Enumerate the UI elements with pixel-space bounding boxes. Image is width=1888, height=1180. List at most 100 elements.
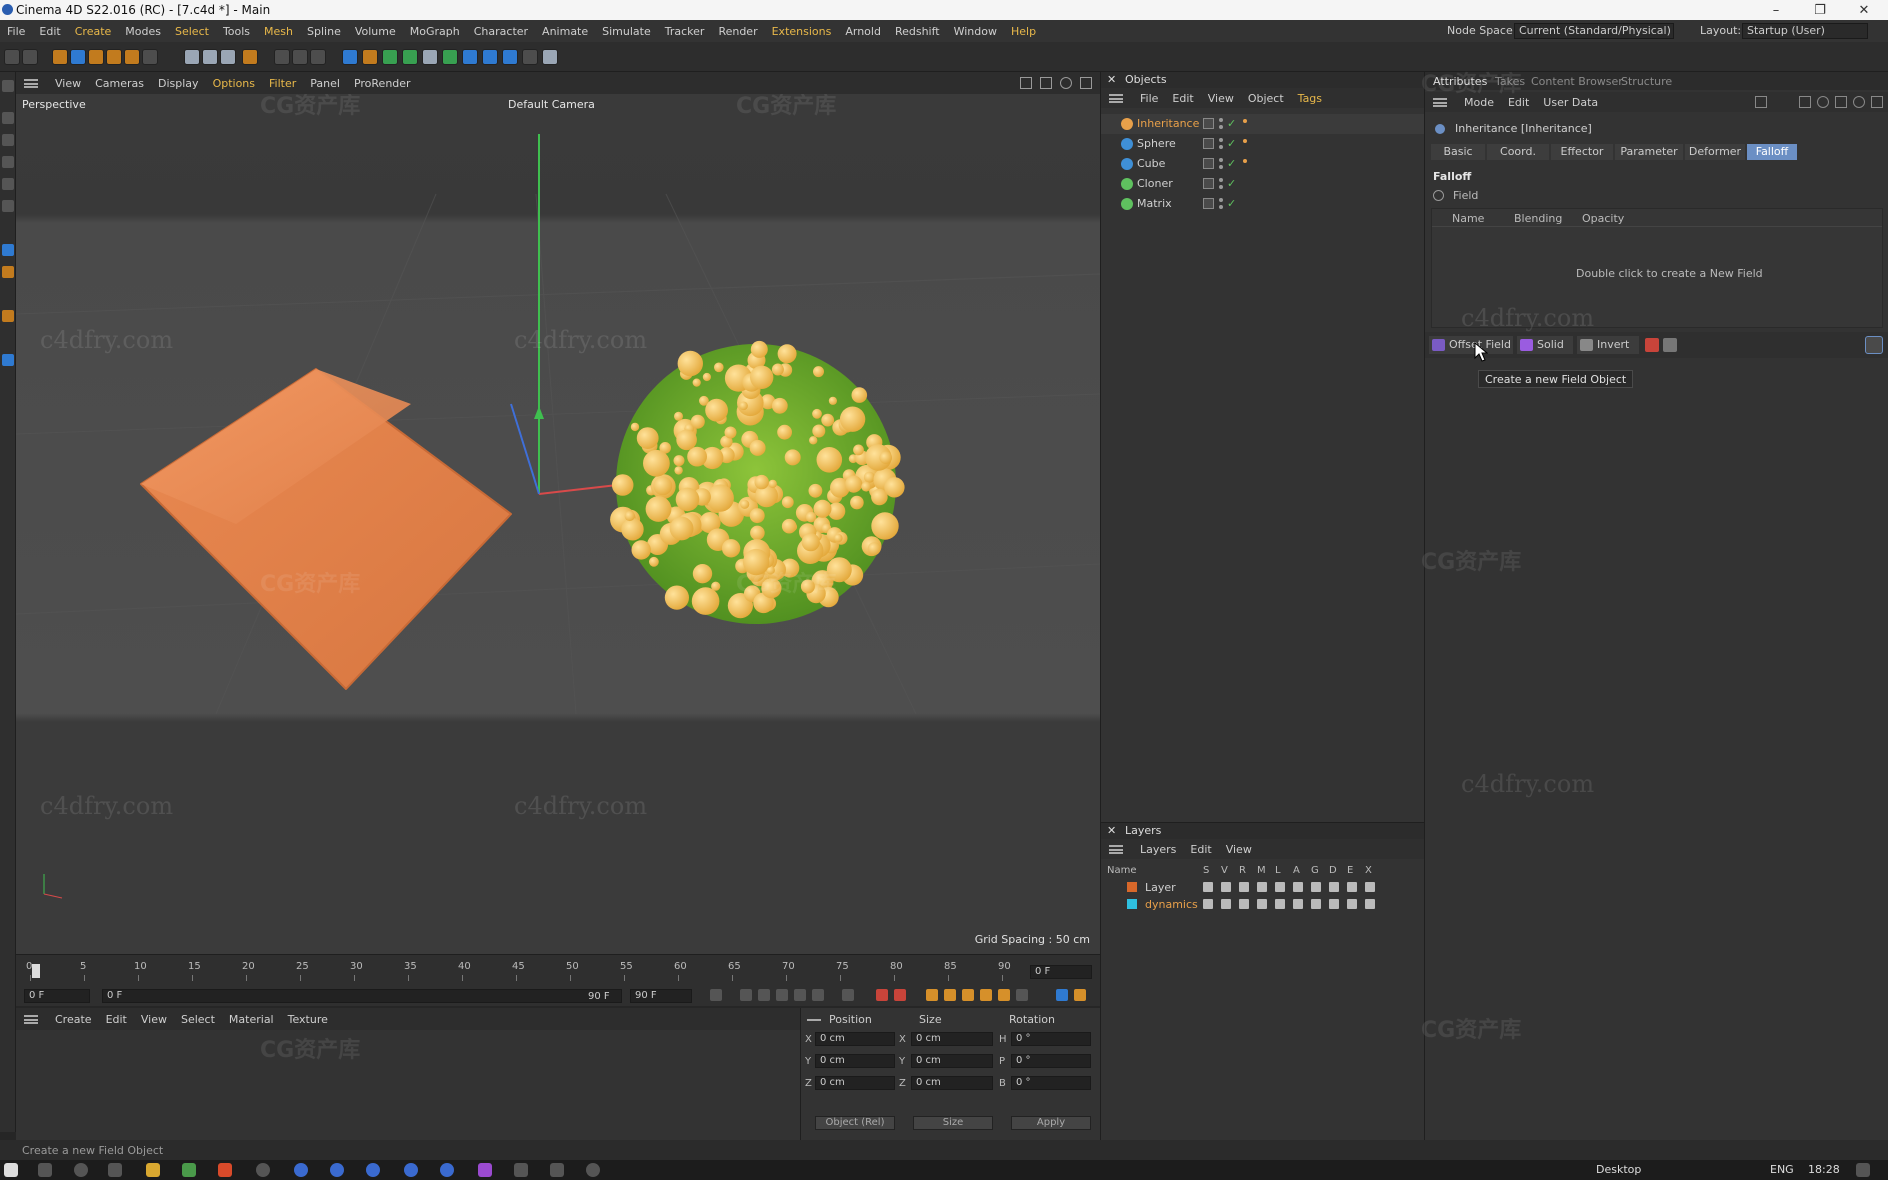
locked-workplane-icon[interactable] <box>2 354 14 366</box>
axis-mode-icon[interactable] <box>2 244 14 256</box>
position-y-field[interactable]: 0 cm <box>815 1054 895 1068</box>
editor-visibility-dot[interactable] <box>1219 118 1223 122</box>
viewport-menu-cameras[interactable]: Cameras <box>88 77 151 90</box>
floor-icon[interactable] <box>502 49 518 65</box>
tag-icon[interactable] <box>1243 139 1247 143</box>
menu-spline[interactable]: Spline <box>300 25 348 38</box>
editor-visibility-dot[interactable] <box>1219 158 1223 162</box>
prev-frame-icon[interactable] <box>758 989 770 1001</box>
render-visibility-dot[interactable] <box>1219 165 1223 169</box>
layer-toggle-icon[interactable] <box>1329 899 1339 909</box>
playhead[interactable] <box>32 964 40 978</box>
layers-menu-edit[interactable]: Edit <box>1183 843 1218 856</box>
object-row-cube[interactable]: Cube ✓ <box>1101 154 1425 174</box>
deformer-icon[interactable] <box>442 49 458 65</box>
viewport-hamburger-icon[interactable] <box>24 78 38 88</box>
z-axis-icon[interactable] <box>220 49 236 65</box>
material-menu-edit[interactable]: Edit <box>99 1013 134 1026</box>
current-frame-field[interactable]: 0 F <box>1030 965 1092 979</box>
y-axis-icon[interactable] <box>202 49 218 65</box>
desktop-label[interactable]: Desktop <box>1596 1163 1641 1176</box>
layer-toggle-icon[interactable] <box>1293 899 1303 909</box>
layer-toggle-icon[interactable] <box>1311 882 1321 892</box>
object-row-cloner[interactable]: Cloner ✓ <box>1101 174 1425 194</box>
light-icon[interactable] <box>522 49 538 65</box>
layer-checkbox[interactable] <box>1203 158 1214 169</box>
back-arrow-icon[interactable] <box>1755 96 1767 108</box>
menu-mograph[interactable]: MoGraph <box>403 25 467 38</box>
3d-viewport[interactable]: Perspective Default Camera Grid Spacing … <box>16 94 1100 954</box>
menu-tools[interactable]: Tools <box>216 25 257 38</box>
chrome-icon[interactable] <box>256 1163 270 1177</box>
redo-icon[interactable] <box>22 49 38 65</box>
layer-toggle-icon[interactable] <box>1203 899 1213 909</box>
solid-button[interactable]: Solid <box>1517 336 1573 354</box>
apply-button[interactable]: Apply <box>1011 1116 1091 1130</box>
cinema4d-icon[interactable] <box>404 1163 418 1177</box>
objects-close-icon[interactable]: ✕ <box>1107 73 1116 86</box>
offset-field-button[interactable]: Offset Field <box>1429 336 1513 354</box>
layer-color-swatch[interactable] <box>1127 882 1137 892</box>
cloner-icon[interactable] <box>402 49 418 65</box>
subtab-falloff[interactable]: Falloff <box>1747 144 1797 160</box>
firefox-icon[interactable] <box>218 1163 232 1177</box>
make-editable-icon[interactable] <box>2 80 14 92</box>
object-row-sphere[interactable]: Sphere ✓ <box>1101 134 1425 154</box>
material-menu-create[interactable]: Create <box>48 1013 99 1026</box>
viewport-menu-display[interactable]: Display <box>151 77 206 90</box>
cortana-icon[interactable] <box>74 1163 88 1177</box>
material-menu-texture[interactable]: Texture <box>281 1013 335 1026</box>
folder-field-icon[interactable] <box>1663 338 1677 352</box>
light-bulb-icon[interactable] <box>542 49 558 65</box>
menu-mesh[interactable]: Mesh <box>257 25 300 38</box>
editor-visibility-dot[interactable] <box>1219 178 1223 182</box>
monitor-icon[interactable] <box>550 1163 564 1177</box>
search-icon[interactable] <box>1817 96 1829 108</box>
lock-icon[interactable] <box>1835 96 1847 108</box>
workplane-icon[interactable] <box>2 310 14 322</box>
menu-animate[interactable]: Animate <box>535 25 595 38</box>
enabled-check-icon[interactable]: ✓ <box>1227 117 1236 130</box>
key-rotation-icon[interactable] <box>980 989 992 1001</box>
goto-start-icon[interactable] <box>710 989 722 1001</box>
size-y-field[interactable]: 0 cm <box>911 1054 993 1068</box>
layers-hamburger-icon[interactable] <box>1109 844 1123 854</box>
timeline-window-icon[interactable] <box>1074 989 1086 1001</box>
render-visibility-dot[interactable] <box>1219 185 1223 189</box>
menu-arnold[interactable]: Arnold <box>838 25 888 38</box>
points-mode-icon[interactable] <box>2 156 14 168</box>
live-selection-icon[interactable] <box>52 49 68 65</box>
environment-icon[interactable] <box>462 49 478 65</box>
record-icon[interactable] <box>876 989 888 1001</box>
cinema4d-icon[interactable] <box>440 1163 454 1177</box>
viewport-pan-icon[interactable] <box>1020 77 1032 89</box>
layer-toggle-icon[interactable] <box>1239 899 1249 909</box>
layer-toggle-icon[interactable] <box>1257 882 1267 892</box>
size-z-field[interactable]: 0 cm <box>911 1076 993 1090</box>
field-col-opacity[interactable]: Opacity <box>1582 212 1624 225</box>
plane-icon[interactable] <box>514 1163 528 1177</box>
render-visibility-dot[interactable] <box>1219 125 1223 129</box>
layer-toggle-icon[interactable] <box>1347 899 1357 909</box>
restore-button[interactable]: ❐ <box>1798 0 1842 20</box>
material-menu-view[interactable]: View <box>134 1013 174 1026</box>
texture-mode-icon[interactable] <box>2 134 14 146</box>
layer-row-dynamics[interactable]: dynamics <box>1101 896 1425 913</box>
subtab-basic[interactable]: Basic <box>1431 144 1485 160</box>
render-visibility-dot[interactable] <box>1219 205 1223 209</box>
coords-mode-dropdown[interactable]: Object (Rel) <box>815 1116 895 1130</box>
menu-file[interactable]: File <box>0 25 32 38</box>
layer-toggle-icon[interactable] <box>1365 899 1375 909</box>
field-radio[interactable] <box>1433 190 1444 201</box>
objects-menu-object[interactable]: Object <box>1241 92 1291 105</box>
tab-content-browser[interactable]: Content Browser <box>1531 75 1623 88</box>
viewport-zoom-icon[interactable] <box>1040 77 1052 89</box>
edges-mode-icon[interactable] <box>2 178 14 190</box>
attributes-menu-user-data[interactable]: User Data <box>1536 96 1605 109</box>
viewport-rotate-icon[interactable] <box>1060 77 1072 89</box>
start-frame-field[interactable]: 0 F <box>24 989 90 1003</box>
layer-toggle-icon[interactable] <box>1275 899 1285 909</box>
layer-col-name[interactable]: Name <box>1107 865 1137 876</box>
new-panel-icon[interactable] <box>1871 96 1883 108</box>
windows-start-icon[interactable] <box>4 1163 18 1177</box>
